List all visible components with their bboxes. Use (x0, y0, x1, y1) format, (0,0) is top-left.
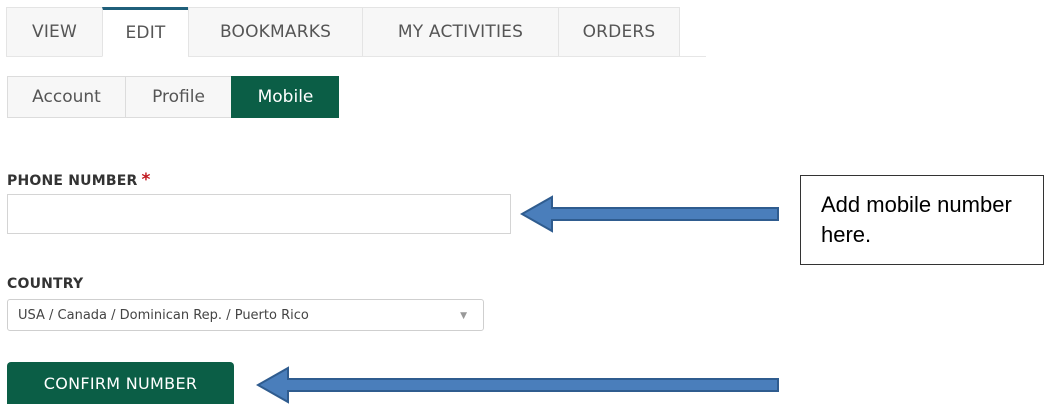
arrow-left-icon (520, 195, 779, 233)
tab-my-activities[interactable]: MY ACTIVITIES (362, 7, 558, 57)
subtab-mobile[interactable]: Mobile (231, 76, 339, 118)
tab-orders[interactable]: ORDERS (558, 7, 680, 57)
phone-number-label: PHONE NUMBER * (7, 170, 151, 190)
required-mark: * (141, 170, 151, 190)
chevron-down-icon: ▼ (460, 311, 467, 321)
primary-tabs: VIEW EDIT BOOKMARKS MY ACTIVITIES ORDERS (6, 7, 706, 57)
country-label: COUNTRY (7, 276, 84, 292)
tab-view[interactable]: VIEW (6, 7, 102, 57)
secondary-tabs: Account Profile Mobile (7, 76, 339, 118)
country-selected-value: USA / Canada / Dominican Rep. / Puerto R… (18, 307, 309, 323)
country-select[interactable]: USA / Canada / Dominican Rep. / Puerto R… (7, 299, 484, 331)
tab-bookmarks[interactable]: BOOKMARKS (188, 7, 362, 57)
phone-number-input[interactable] (7, 194, 511, 234)
subtab-profile[interactable]: Profile (125, 76, 231, 118)
tab-edit[interactable]: EDIT (102, 7, 188, 57)
subtab-account[interactable]: Account (7, 76, 125, 118)
arrow-left-icon (256, 366, 779, 404)
annotation-callout: Add mobile number here. (800, 175, 1044, 265)
phone-number-label-text: PHONE NUMBER (7, 173, 138, 189)
confirm-number-button[interactable]: CONFIRM NUMBER (7, 362, 234, 404)
